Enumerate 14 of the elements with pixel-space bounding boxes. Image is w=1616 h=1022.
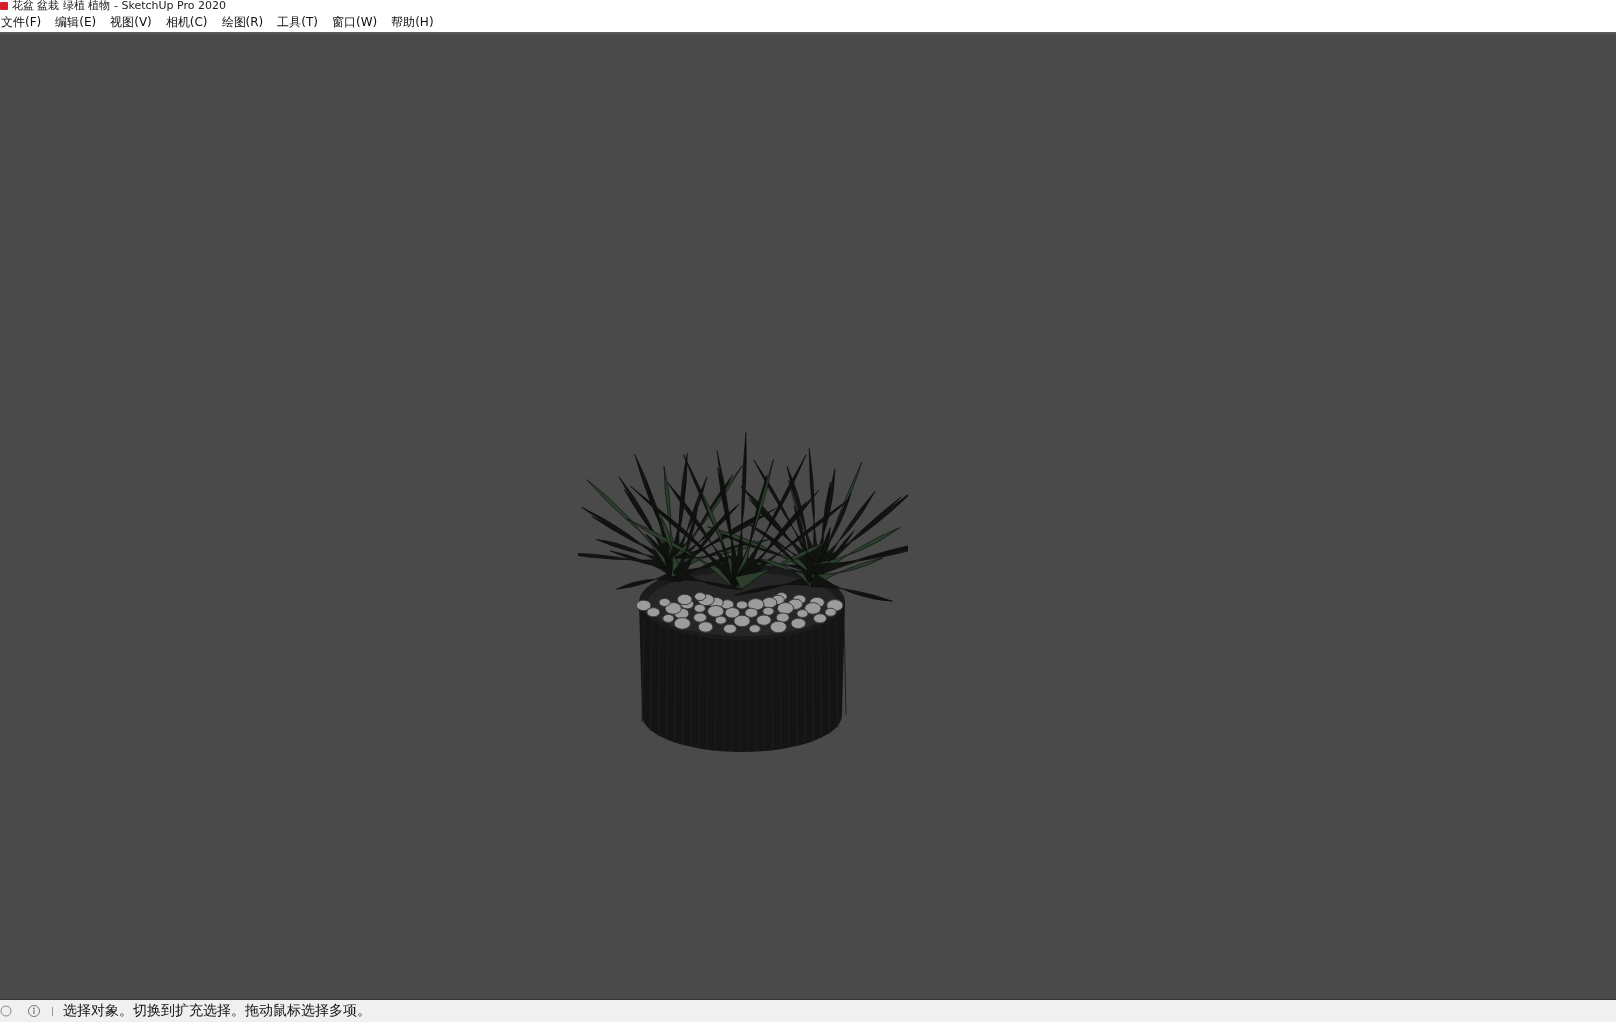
menu-item[interactable]: 视图(V) (104, 13, 158, 31)
circle-icon[interactable] (0, 1005, 12, 1017)
model-viewport[interactable] (0, 34, 1616, 1000)
menu-item[interactable]: 窗口(W) (325, 13, 384, 31)
menu-item[interactable]: 帮助(H) (385, 13, 440, 31)
menu-item[interactable]: 工具(T) (271, 13, 324, 31)
menu-item[interactable]: 相机(C) (159, 13, 214, 31)
window-title: 花盆 盆栽 绿植 植物 - SketchUp Pro 2020 (12, 0, 226, 12)
menu-item[interactable]: 编辑(E) (49, 13, 103, 31)
menu-item[interactable]: 绘图(R) (215, 13, 270, 31)
app-icon (0, 2, 8, 10)
info-icon[interactable] (28, 1005, 40, 1017)
menu-item[interactable]: 文件(F) (1, 13, 48, 31)
status-message: 选择对象。切换到扩充选择。拖动鼠标选择多项。 (63, 1002, 371, 1020)
